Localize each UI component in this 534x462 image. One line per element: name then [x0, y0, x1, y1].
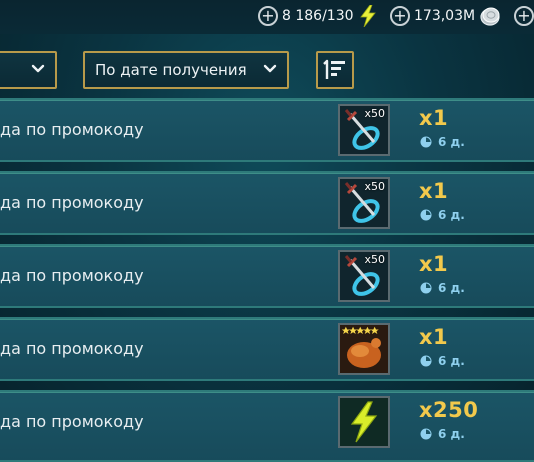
category-dropdown[interactable] [0, 51, 57, 89]
expiry-timer: 6 д. [420, 281, 465, 295]
reward-quantity: x1 [419, 106, 449, 130]
row-label: да по промокоду [0, 266, 144, 285]
reward-tile[interactable]: x50 [338, 177, 390, 229]
chicken-icon [340, 325, 388, 373]
timer-text: 6 д. [438, 281, 465, 295]
row-label: да по промокоду [0, 412, 144, 431]
clock-icon [420, 282, 432, 294]
energy-counter: + 8 186/130 [258, 4, 378, 28]
sort-order-icon [323, 59, 345, 79]
timer-text: 6 д. [438, 427, 465, 441]
list-item[interactable]: да по промокоду x50 x1 6 д. [0, 171, 534, 235]
expiry-timer: 6 д. [420, 135, 465, 149]
reward-quantity: x1 [419, 325, 449, 349]
timer-text: 6 д. [438, 208, 465, 222]
energy-bolt-icon [340, 398, 388, 446]
reward-tile[interactable]: x50 [338, 104, 390, 156]
timer-text: 6 д. [438, 135, 465, 149]
reward-quantity: x250 [419, 398, 479, 422]
add-energy-button[interactable]: + [258, 6, 278, 26]
tile-count: x50 [364, 253, 385, 266]
clock-icon [420, 209, 432, 221]
timer-text: 6 д. [438, 354, 465, 368]
tile-count: x50 [364, 180, 385, 193]
sort-order-button[interactable] [316, 51, 354, 89]
reward-quantity: x1 [419, 179, 449, 203]
silver-counter: + 173,03M [390, 4, 501, 28]
resource-bar: + 8 186/130 + 173,03M + [0, 0, 534, 34]
expiry-timer: 6 д. [420, 427, 465, 441]
list-item[interactable]: да по промокоду x1 6 д. [0, 317, 534, 381]
tile-count: x50 [364, 107, 385, 120]
sort-dropdown[interactable]: По дате получения [83, 51, 289, 89]
chevron-down-icon [31, 64, 45, 73]
reward-tile[interactable]: x50 [338, 250, 390, 302]
list-item[interactable]: да по промокоду x50 x1 6 д. [0, 98, 534, 162]
row-label: да по промокоду [0, 193, 144, 212]
energy-value: 8 186/130 [282, 8, 354, 24]
lightning-icon [359, 5, 376, 27]
reward-quantity: x1 [419, 252, 449, 276]
silver-coin-icon [480, 7, 500, 26]
list-item[interactable]: да по промокоду x50 x1 6 д. [0, 244, 534, 308]
gems-counter: + [514, 4, 534, 28]
list-item[interactable]: да по промокоду x250 6 д. [0, 390, 534, 462]
sort-dropdown-value: По дате получения [95, 61, 247, 79]
clock-icon [420, 136, 432, 148]
row-label: да по промокоду [0, 339, 144, 358]
silver-value: 173,03M [414, 8, 476, 24]
expiry-timer: 6 д. [420, 354, 465, 368]
clock-icon [420, 355, 432, 367]
reward-tile[interactable] [338, 323, 390, 375]
add-silver-button[interactable]: + [390, 6, 410, 26]
row-label: да по промокоду [0, 120, 144, 139]
clock-icon [420, 428, 432, 440]
add-gems-button[interactable]: + [514, 6, 534, 26]
reward-tile[interactable] [338, 396, 390, 448]
chevron-down-icon [263, 64, 277, 73]
expiry-timer: 6 д. [420, 208, 465, 222]
